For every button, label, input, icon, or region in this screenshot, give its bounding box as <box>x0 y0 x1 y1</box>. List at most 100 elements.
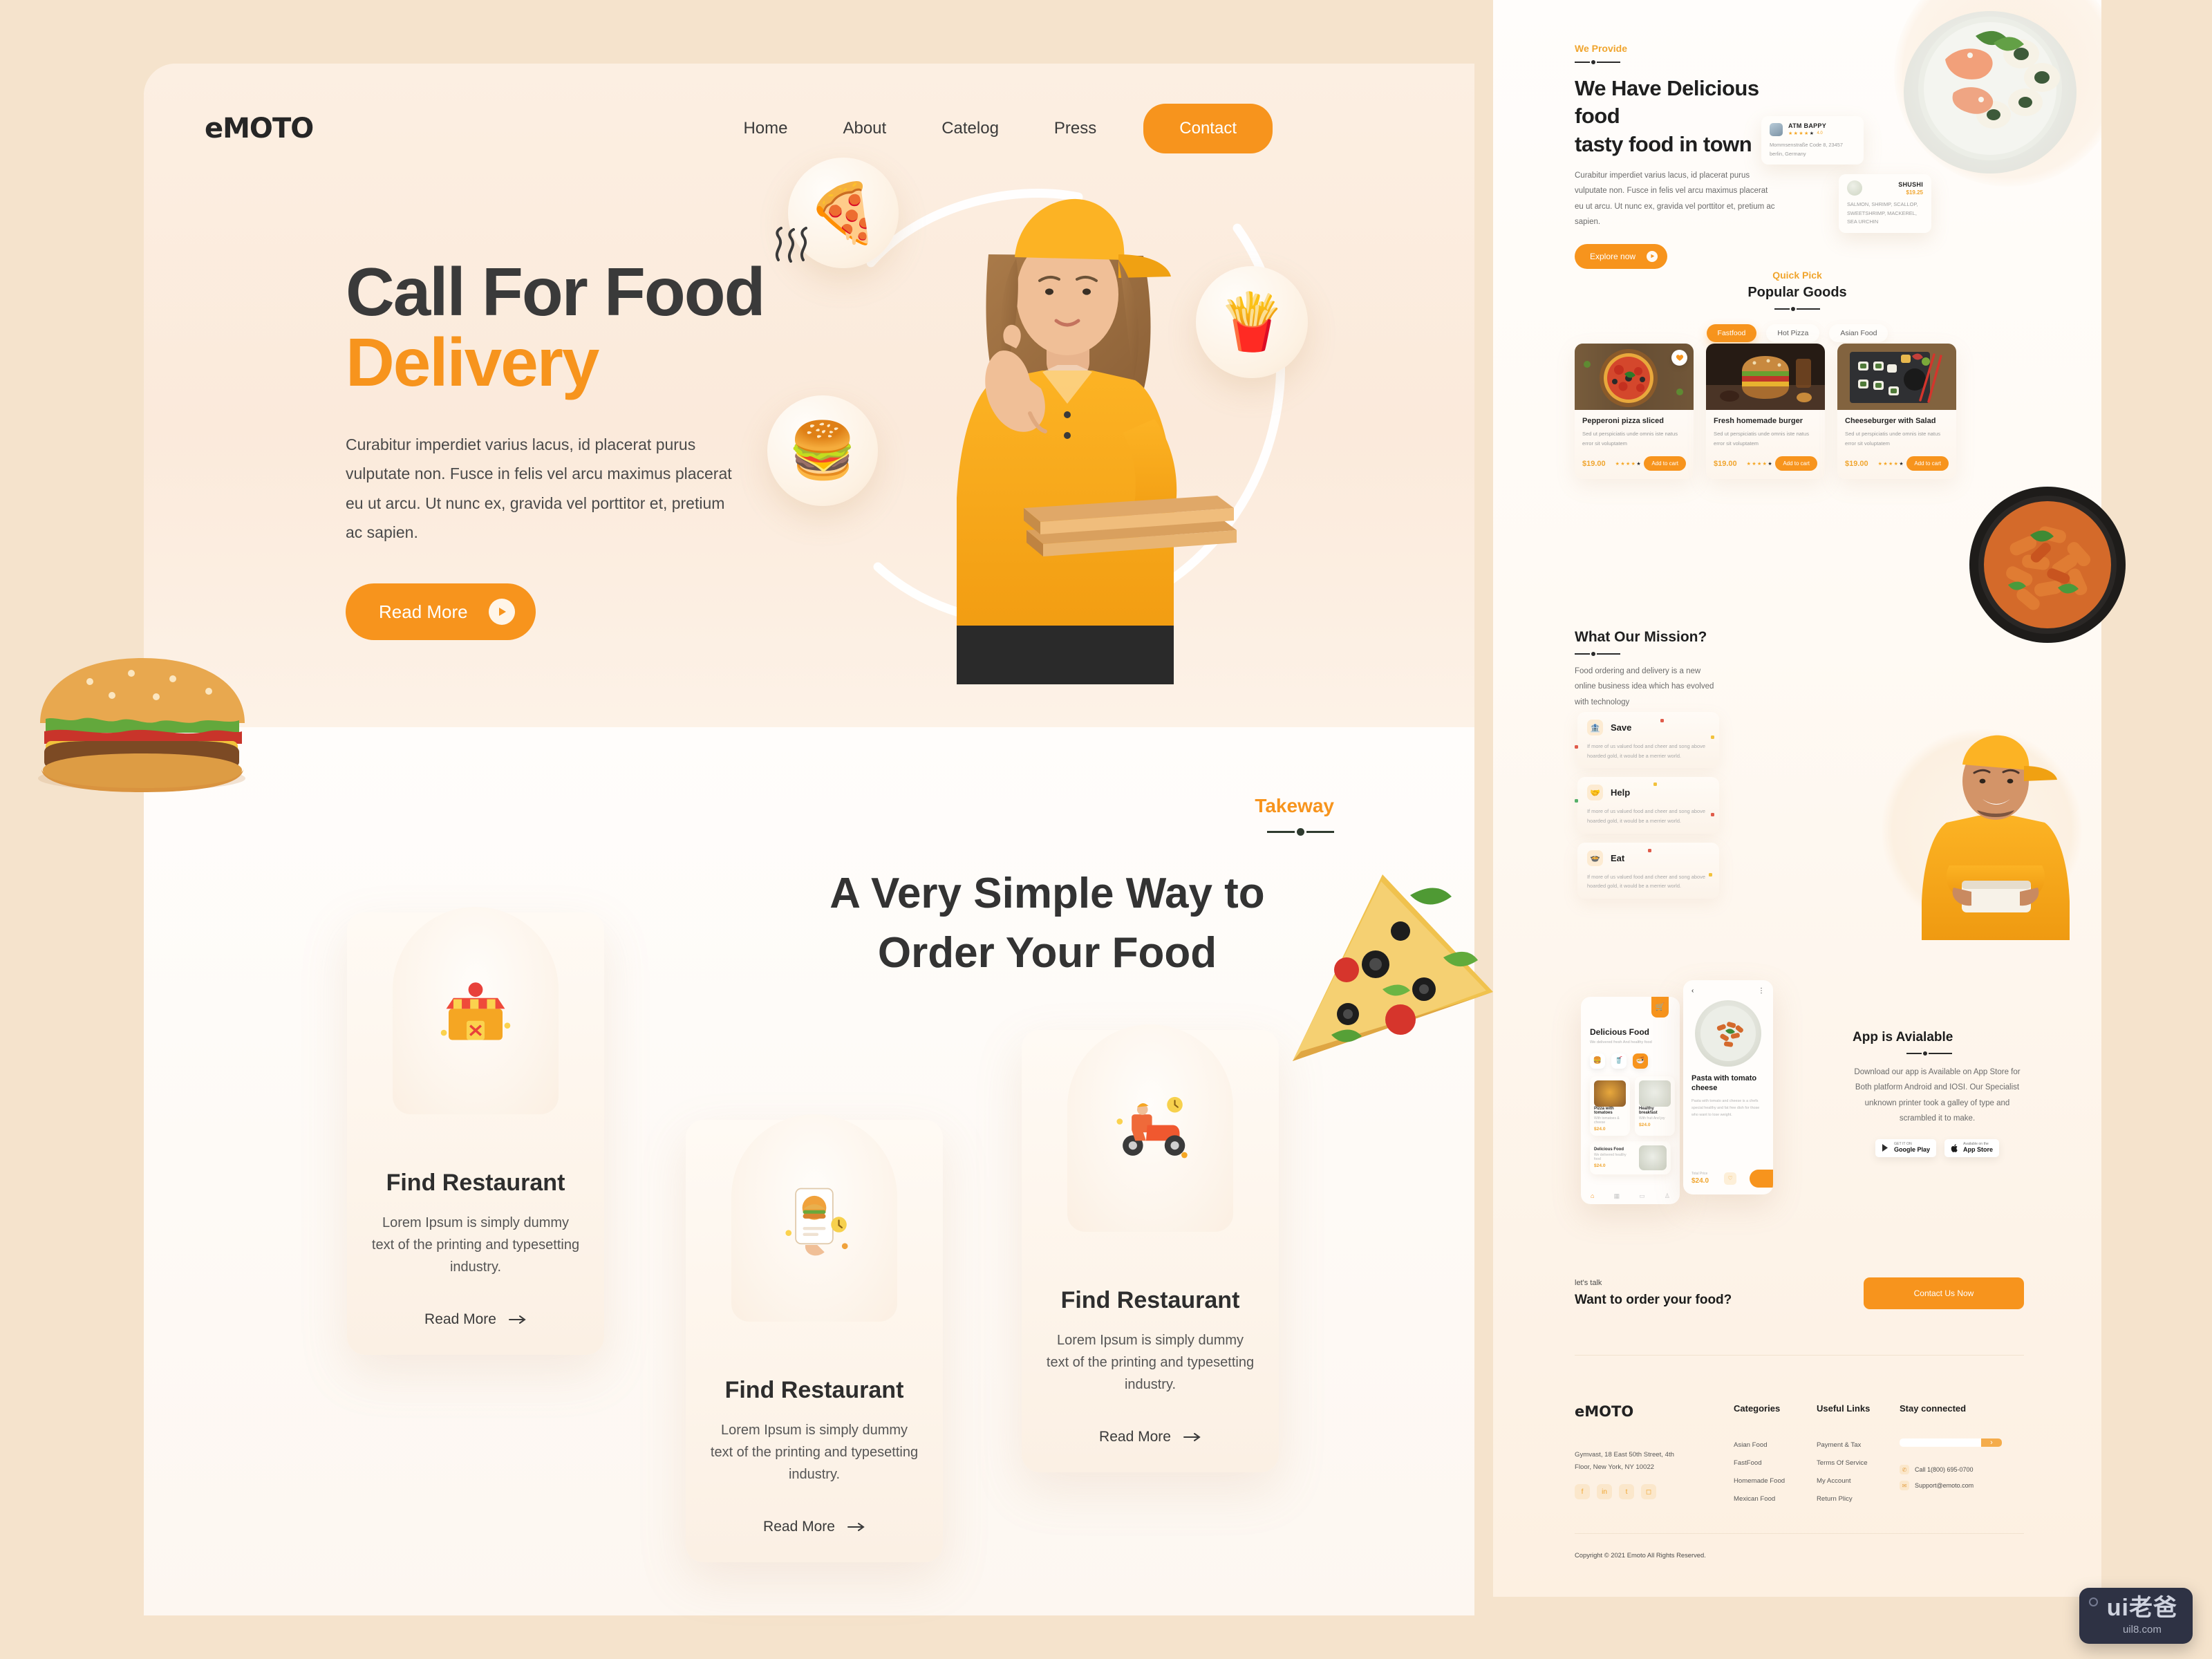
linkedin-icon[interactable]: in <box>1597 1484 1612 1500</box>
back-chevron-icon[interactable]: ‹ <box>1691 987 1694 995</box>
tab-hot-pizza[interactable]: Hot Pizza <box>1766 324 1820 342</box>
phone1-item-2[interactable]: Healthy breakfast With fruit And joy $24… <box>1635 1076 1675 1136</box>
tab-asian-food[interactable]: Asian Food <box>1829 324 1888 342</box>
instagram-icon[interactable]: ◻ <box>1641 1484 1656 1500</box>
footer-link-homemade-food[interactable]: Homemade Food <box>1734 1477 1817 1485</box>
facebook-icon[interactable]: f <box>1575 1484 1590 1500</box>
footer-copyright: Copyright © 2021 Emoto All Rights Reserv… <box>1575 1551 1706 1559</box>
product-image-sushi <box>1837 344 1956 410</box>
mission-card-eat-text: If more of us valued food and cheer and … <box>1587 873 1705 890</box>
newsletter-input[interactable] <box>1900 1438 1981 1447</box>
footer-top-divider <box>1575 1355 2024 1356</box>
footer-link-return-policy[interactable]: Return Plicy <box>1817 1495 1900 1503</box>
rider-photo <box>1882 726 2082 940</box>
product-2-desc: Sed ut perspiciatis unde omnis iste natu… <box>1714 431 1810 447</box>
cart-icon[interactable]: 🛒 <box>1651 997 1669 1018</box>
product-3-name: Cheeseburger with Salad <box>1845 417 1936 425</box>
product-image-burger <box>1706 344 1825 410</box>
explore-now-button[interactable]: Explore now <box>1575 243 1668 269</box>
footer-phone[interactable]: ✆ Call 1(800) 695-0700 <box>1900 1465 2021 1474</box>
hero-paragraph: Curabitur imperdiet varius lacus, id pla… <box>346 435 732 542</box>
product-1-name: Pepperoni pizza sliced <box>1582 417 1664 425</box>
provide-rule <box>1575 60 1620 65</box>
footer-link-mexican-food[interactable]: Mexican Food <box>1734 1495 1817 1503</box>
google-play-badge[interactable]: GET IT ON Google Play <box>1875 1138 1936 1157</box>
add-to-cart-pill[interactable] <box>1750 1170 1773 1188</box>
noodle-icon[interactable]: 🍜 <box>1633 1053 1648 1069</box>
footer-link-fastfood[interactable]: FastFood <box>1734 1459 1817 1467</box>
app-rule <box>1906 1051 1952 1056</box>
sparkle-dot <box>1575 799 1578 803</box>
contact-cta-section: let's talk Want to order your food? Cont… <box>1575 1277 2024 1309</box>
review-card: ATM BAPPY ★ ★ ★ ★ ★ 4.0 Mommsenstraße Code 8… <box>1761 116 1864 165</box>
product-2-add-to-cart[interactable]: Add to cart <box>1775 456 1817 471</box>
takeaway-title: A Very Simple Way to Order Your Food <box>760 864 1334 982</box>
product-3-price: $19.00 <box>1845 459 1868 468</box>
app-store-badge[interactable]: Available on the App Store <box>1944 1138 2000 1157</box>
brand-logo[interactable]: eMOTO <box>205 113 314 144</box>
feature-card-1-link[interactable]: Read More <box>424 1311 527 1328</box>
favorite-heart-icon[interactable] <box>1671 350 1687 366</box>
phone1-subtitle: We delivered fresh And healthy food <box>1590 1040 1652 1044</box>
product-card-2[interactable]: Fresh homemade burger Sed ut perspiciati… <box>1706 344 1825 480</box>
dish-card: SHUSHI $19.25 SALMON, SHRIMP, SCALLOP, S… <box>1839 174 1931 233</box>
newsletter-submit-button[interactable]: › <box>1981 1438 2002 1447</box>
mail-icon: ✉ <box>1900 1481 1909 1490</box>
sparkle-dot <box>1653 782 1657 787</box>
product-3-desc: Sed ut perspiciatis unde omnis iste natu… <box>1845 431 1941 447</box>
burger-icon[interactable]: 🍔 <box>1590 1053 1605 1069</box>
phone1-item-3[interactable]: Delicious Food We delivered healthy food… <box>1590 1141 1671 1174</box>
phone1-nav-profile[interactable]: ♙ <box>1665 1192 1670 1200</box>
footer-link-terms[interactable]: Terms Of Service <box>1817 1459 1900 1467</box>
footer-categories-heading: Categories <box>1734 1403 1781 1414</box>
more-menu-icon[interactable]: ⋮ <box>1758 987 1765 995</box>
twitter-icon[interactable]: t <box>1619 1484 1634 1500</box>
app-title: App is Avialable <box>1853 1030 1953 1044</box>
footer-email[interactable]: ✉ Support@emoto.com <box>1900 1481 2021 1490</box>
feature-card-2-title: Find Restaurant <box>724 1377 904 1403</box>
product-3-add-to-cart[interactable]: Add to cart <box>1906 456 1949 471</box>
product-card-1[interactable]: Pepperoni pizza sliced Sed ut perspiciat… <box>1575 344 1694 480</box>
newsletter-form: › <box>1900 1438 2021 1447</box>
favorite-heart-icon[interactable]: ♡ <box>1724 1172 1737 1185</box>
review-name: ATM BAPPY <box>1788 122 1827 129</box>
product-1-add-to-cart[interactable]: Add to cart <box>1644 456 1686 471</box>
pizza-slice-photo <box>1293 874 1493 1061</box>
drink-icon[interactable]: 🥤 <box>1611 1053 1627 1069</box>
footer-link-my-account[interactable]: My Account <box>1817 1477 1900 1485</box>
watermark-line1: ui老爸 <box>2106 1595 2177 1621</box>
tab-fastfood[interactable]: Fastfood <box>1706 324 1757 342</box>
read-more-button[interactable]: Read More <box>346 583 536 640</box>
feature-card-3-link[interactable]: Read More <box>1099 1429 1201 1445</box>
star-rating: ★ ★ ★ ★ ★ 4.0 <box>1788 131 1823 136</box>
phone-mockup-2: ‹ ⋮ Pasta with tomato cheese Pasta with … <box>1683 980 1773 1194</box>
phone1-nav-grid[interactable]: ▦ <box>1614 1192 1620 1200</box>
feature-card-2-text: Lorem Ipsum is simply dummy text of the … <box>710 1423 919 1482</box>
feature-card-2[interactable]: Find Restaurant Lorem Ipsum is simply du… <box>686 1114 943 1562</box>
footer-link-asian-food[interactable]: Asian Food <box>1734 1441 1817 1449</box>
footer-link-payment-tax[interactable]: Payment & Tax <box>1817 1441 1900 1449</box>
phone2-price: $24.0 <box>1691 1177 1709 1185</box>
product-card-3[interactable]: Cheeseburger with Salad Sed ut perspicia… <box>1837 344 1956 480</box>
nav-item-home[interactable]: Home <box>715 119 815 138</box>
contact-eyebrow: let's talk <box>1575 1279 1602 1287</box>
contact-us-now-button[interactable]: Contact Us Now <box>1864 1277 2024 1309</box>
feature-card-2-link[interactable]: Read More <box>763 1519 865 1535</box>
arrow-right-icon <box>508 1315 526 1324</box>
mission-card-help-title: Help <box>1611 787 1631 798</box>
phone1-nav-chat[interactable]: ▭ <box>1639 1192 1645 1200</box>
nav-item-about[interactable]: About <box>815 119 914 138</box>
footer-brand-column: eMOTO Gymvast, 18 East 50th Street, 4th … <box>1575 1403 1734 1503</box>
sparkle-dot <box>1660 719 1664 722</box>
popular-rule <box>1774 307 1820 312</box>
nav-item-catelog[interactable]: Catelog <box>914 119 1027 138</box>
feature-card-3[interactable]: Find Restaurant Lorem Ipsum is simply du… <box>1022 1024 1279 1472</box>
phone1-item-1[interactable]: Pizza with tomatoes With tomatoes & chee… <box>1590 1076 1630 1136</box>
helping-hands-icon: 🤝 <box>1587 785 1603 801</box>
sparkle-dot <box>1709 872 1712 877</box>
phone1-nav-home[interactable]: ⌂ <box>1591 1192 1594 1199</box>
feature-card-1[interactable]: Find Restaurant Lorem Ipsum is simply du… <box>347 907 604 1355</box>
play-arrow-icon <box>1647 250 1658 262</box>
nav-item-press[interactable]: Press <box>1027 119 1124 138</box>
avatar <box>1770 122 1783 136</box>
